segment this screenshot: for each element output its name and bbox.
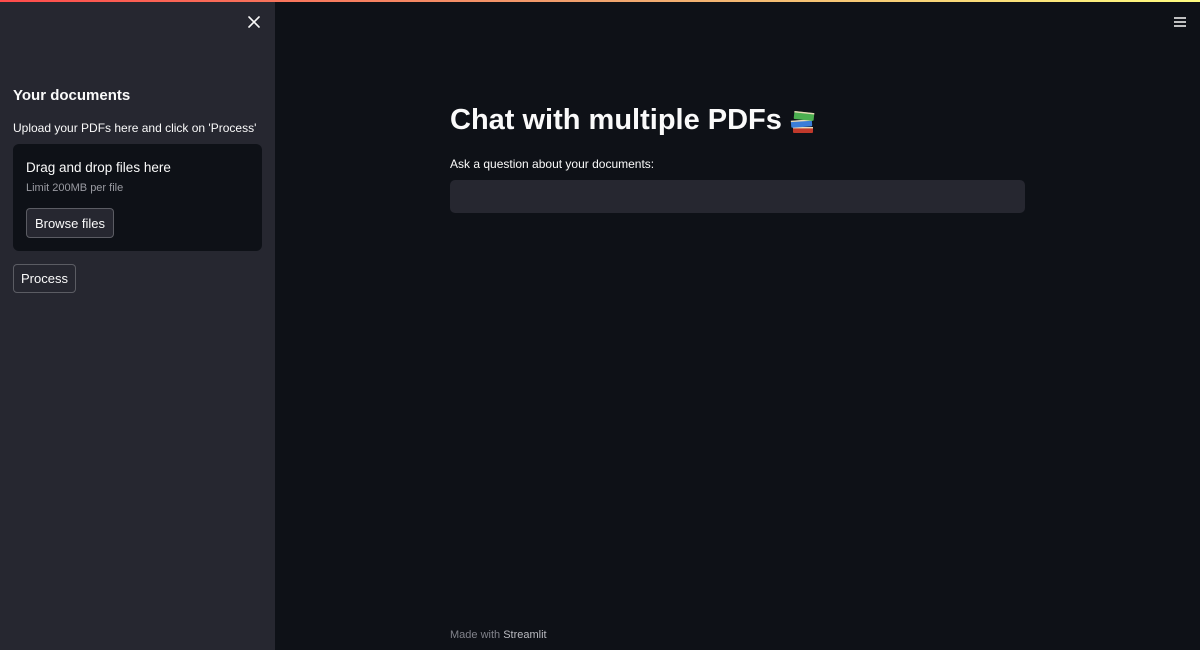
file-dropzone[interactable]: Drag and drop files here Limit 200MB per… <box>13 144 262 251</box>
question-label: Ask a question about your documents: <box>450 157 655 171</box>
dropzone-title: Drag and drop files here <box>26 160 171 175</box>
close-icon[interactable] <box>245 13 263 31</box>
browse-files-button[interactable]: Browse files <box>26 208 114 238</box>
app-window: Your documents Upload your PDFs here and… <box>0 0 1200 650</box>
sidebar: Your documents Upload your PDFs here and… <box>0 0 275 650</box>
question-input[interactable] <box>450 180 1025 213</box>
process-button[interactable]: Process <box>13 264 76 293</box>
books-icon <box>790 107 816 135</box>
sidebar-subtitle: Upload your PDFs here and click on 'Proc… <box>13 121 257 135</box>
footer-brand-link[interactable]: Streamlit <box>503 629 546 641</box>
page-title-text: Chat with multiple PDFs <box>450 104 782 136</box>
hamburger-menu-icon[interactable] <box>1172 14 1188 30</box>
top-decoration-bar <box>0 0 1200 2</box>
page-title: Chat with multiple PDFs <box>450 104 816 137</box>
dropzone-limit: Limit 200MB per file <box>26 182 124 194</box>
footer-prefix: Made with <box>450 629 501 641</box>
sidebar-title: Your documents <box>13 87 131 104</box>
footer: Made with Streamlit <box>450 629 547 641</box>
